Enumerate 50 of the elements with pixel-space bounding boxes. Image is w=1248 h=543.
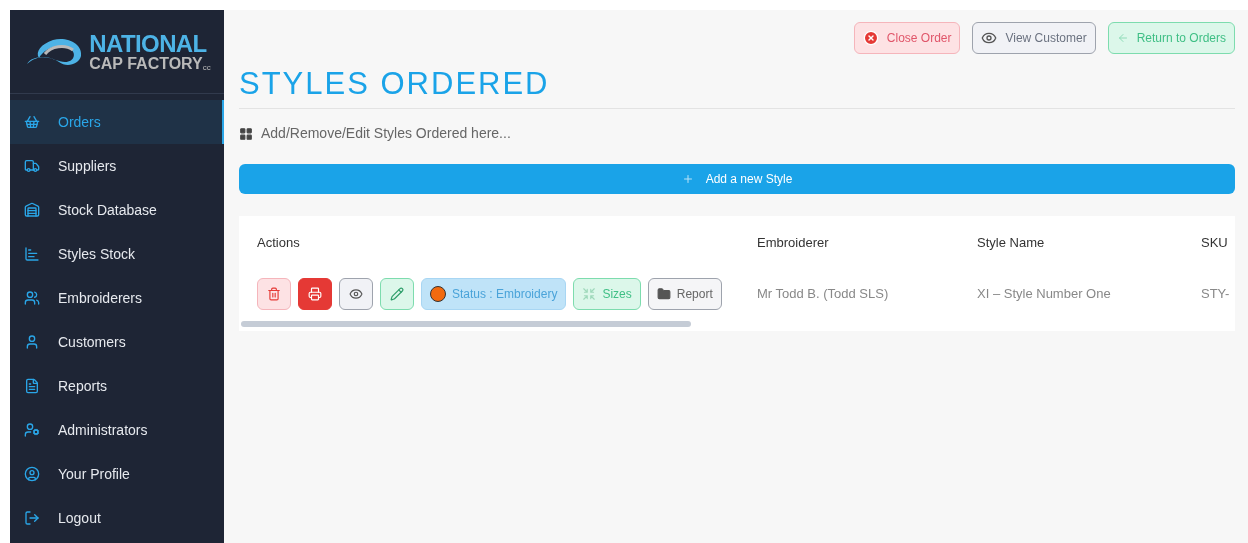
scrollbar[interactable] [241,321,691,327]
user-icon [24,334,40,350]
user-gear-icon [24,422,40,438]
sidebar-item[interactable]: Administrators [10,408,224,452]
delete-button[interactable] [257,278,291,310]
sidebar-item[interactable]: Logout [10,496,224,540]
warehouse-icon [24,202,40,218]
logo-title: NATIONAL [89,31,208,56]
close-icon [862,30,879,46]
page-title: STYLES ORDERED [239,64,1235,109]
grid-icon [239,126,253,141]
users-icon [24,290,40,306]
table-cell-text: STY- [1201,285,1231,304]
logo-mark: cc [202,63,211,72]
logout-icon [24,510,40,526]
pencil-icon [390,287,404,301]
sidebar-item[interactable]: Orders [10,100,224,144]
subtitle: Add/Remove/Edit Styles Ordered here... [261,124,511,143]
trash-icon [267,287,281,301]
report-button[interactable]: Report [647,278,722,310]
arrow-left-icon [1116,32,1129,44]
truck-icon [24,158,40,174]
shrink-icon [582,287,597,301]
edit-button[interactable] [380,278,414,310]
sidebar-item[interactable]: Your Profile [10,452,224,496]
eye-icon [349,287,363,301]
sidebar-item[interactable]: Stock Database [10,188,224,232]
logo-subtitle: CAP FACTORY [89,55,203,72]
column-header: SKU [1201,234,1229,253]
profile-icon [24,466,40,482]
basket-icon [24,114,40,130]
table-cell-text: Mr Todd B. (Todd SLS) [757,285,890,304]
column-header: Style Name [977,234,1046,253]
column-header: Embroiderer [757,234,830,253]
column-header: Actions [257,234,301,253]
view-button[interactable] [339,278,373,310]
sidebar-item[interactable]: Embroiderers [10,276,224,320]
table-cell-text: XI – Style Number One [977,285,1112,304]
folder-icon [656,287,671,301]
plus-icon [681,173,694,185]
sidebar-item[interactable]: Styles Stock [10,232,224,276]
sidebar-item[interactable]: Reports [10,364,224,408]
document-icon [24,378,40,394]
sidebar-item[interactable]: Customers [10,320,224,364]
printer-icon [308,287,322,301]
print-button[interactable] [298,278,332,310]
chart-icon [24,246,40,262]
header-button[interactable]: View Customer [972,22,1096,54]
eye-icon [981,30,998,46]
sidebar-item[interactable]: Suppliers [10,144,224,188]
